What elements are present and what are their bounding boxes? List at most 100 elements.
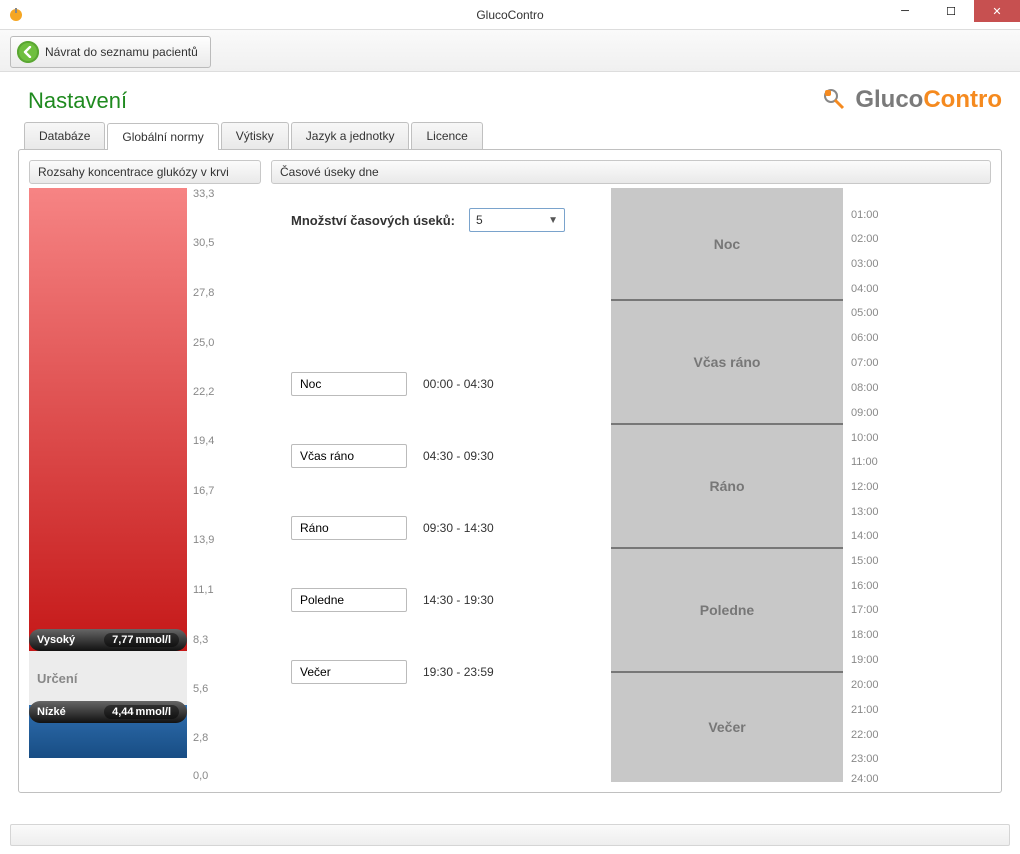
glucose-low-label: Nízké [37,706,66,718]
hour-tick: 15:00 [851,555,879,567]
tab-global-norms[interactable]: Globální normy [107,123,218,150]
hour-tick: 06:00 [851,332,879,344]
segment-row: 00:00 - 04:30 [291,372,587,396]
hour-tick: 19:00 [851,654,879,666]
segment-row: 09:30 - 14:30 [291,516,587,540]
hour-tick: 16:00 [851,580,879,592]
hour-tick: 22:00 [851,729,879,741]
hour-tick: 14:00 [851,530,879,542]
glucose-low-handle[interactable]: Nízké 4,44mmol/l [29,701,187,723]
hour-tick: 20:00 [851,679,879,691]
tick: 2,8 [193,732,208,744]
tab-prints[interactable]: Výtisky [221,122,289,149]
hour-tick: 18:00 [851,629,879,641]
tick: 33,3 [193,188,214,200]
day-bar-wrap: Noc Včas ráno Ráno Poledne Večer 01:00 0… [611,188,991,782]
segment-name-input-4[interactable] [291,660,407,684]
settings-tabs: Databáze Globální normy Výtisky Jazyk a … [24,122,1020,149]
segment-range-2: 09:30 - 14:30 [423,521,494,535]
segment-range-1: 04:30 - 09:30 [423,449,494,463]
segment-row: 19:30 - 23:59 [291,660,587,684]
time-segments-inputs: Množství časových úseků: 5 ▼ 00:00 - 04:… [271,188,601,782]
status-bar [10,824,1010,846]
hour-tick: 21:00 [851,704,879,716]
window-close-button[interactable]: ✕ [974,0,1020,22]
hour-tick: 04:00 [851,283,879,295]
time-segments-header: Časové úseky dne [271,160,991,184]
segment-name-input-0[interactable] [291,372,407,396]
back-arrow-icon [17,41,39,63]
glucose-ranges-panel: Rozsahy koncentrace glukózy v krvi Vysok… [29,160,261,782]
glucose-target-label: Určení [37,671,77,686]
hour-tick: 05:00 [851,307,879,319]
back-button-label: Návrat do seznamu pacientů [45,45,198,59]
segment-name-input-1[interactable] [291,444,407,468]
hour-tick: 11:00 [851,456,878,468]
hour-tick: 08:00 [851,382,879,394]
segment-row: 04:30 - 09:30 [291,444,587,468]
hour-tick: 23:00 [851,753,879,765]
day-segment-label: Poledne [700,602,754,618]
tick: 30,5 [193,237,214,249]
tab-database[interactable]: Databáze [24,122,105,149]
back-to-patients-button[interactable]: Návrat do seznamu pacientů [10,36,211,68]
tick: 27,8 [193,287,214,299]
day-segment-poledne[interactable]: Poledne [611,547,843,671]
glucose-ranges-header: Rozsahy koncentrace glukózy v krvi [29,160,261,184]
tick: 5,6 [193,683,208,695]
hour-tick: 01:00 [851,209,879,221]
tick: 11,1 [193,584,214,596]
day-bar[interactable]: Noc Včas ráno Ráno Poledne Večer [611,188,843,782]
day-segment-label: Včas ráno [694,354,761,370]
hour-tick: 02:00 [851,233,879,245]
time-segments-panel: Časové úseky dne Množství časových úseků… [271,160,991,782]
tick: 16,7 [193,485,214,497]
segment-name-input-2[interactable] [291,516,407,540]
glucose-high-handle[interactable]: Vysoký 7,77mmol/l [29,629,187,651]
brand-icon [821,86,849,114]
segment-count-select[interactable]: 5 ▼ [469,208,565,232]
segment-count-value: 5 [476,213,483,227]
hour-tick: 07:00 [851,357,879,369]
tick: 19,4 [193,435,214,447]
glucose-unit: mmol/l [136,634,171,646]
hour-tick: 24:00 [851,773,879,785]
window-title: GlucoContro [0,8,1020,22]
day-segment-noc[interactable]: Noc [611,188,843,299]
tab-license[interactable]: Licence [411,122,482,149]
hour-tick: 10:00 [851,432,879,444]
day-segment-rano[interactable]: Ráno [611,423,843,547]
glucose-high-zone [29,188,187,651]
window-maximize-button[interactable]: ☐ [928,0,974,22]
tick: 25,0 [193,337,214,349]
day-segment-vcasrano[interactable]: Včas ráno [611,299,843,423]
brand-part2: Contro [923,86,1002,113]
page-title: Nastavení [28,88,127,114]
glucose-target-zone: Určení [29,651,187,704]
tick: 13,9 [193,534,214,546]
glucose-unit-2: mmol/l [136,706,171,718]
segment-range-0: 00:00 - 04:30 [423,377,494,391]
day-segment-label: Ráno [710,478,745,494]
glucose-ticks: 33,3 30,5 27,8 25,0 22,2 19,4 16,7 13,9 … [193,188,253,782]
glucose-low-value: 4,44 [112,706,133,718]
segment-range-3: 14:30 - 19:30 [423,593,494,607]
window-titlebar: GlucoContro ─ ☐ ✕ [0,0,1020,30]
tick: 0,0 [193,770,208,782]
day-segment-vecer[interactable]: Večer [611,671,843,782]
segment-range-4: 19:30 - 23:59 [423,665,494,679]
hour-tick: 03:00 [851,258,879,270]
app-icon [8,7,24,23]
window-minimize-button[interactable]: ─ [882,0,928,22]
chevron-down-icon: ▼ [548,215,558,226]
brand-part1: Gluco [855,86,923,113]
tick: 8,3 [193,634,208,646]
segment-name-input-3[interactable] [291,588,407,612]
hour-tick: 09:00 [851,407,879,419]
toolbar: Návrat do seznamu pacientů [0,30,1020,72]
hour-tick: 12:00 [851,481,879,493]
day-segment-label: Večer [708,719,745,735]
tab-language-units[interactable]: Jazyk a jednotky [291,122,410,149]
tick: 22,2 [193,386,214,398]
main-panel: Rozsahy koncentrace glukózy v krvi Vysok… [18,149,1002,793]
